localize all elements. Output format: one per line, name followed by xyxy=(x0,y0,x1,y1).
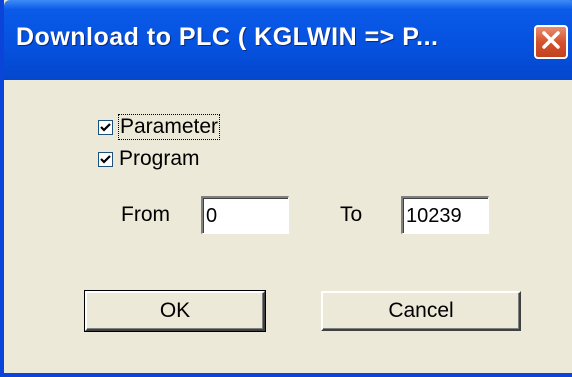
parameter-label: Parameter xyxy=(117,114,221,140)
to-label: To xyxy=(340,203,363,226)
program-option[interactable]: Program xyxy=(98,147,200,171)
parameter-checkbox[interactable] xyxy=(98,119,113,135)
dialog-title: Download to PLC ( KGLWIN => P... xyxy=(16,23,439,51)
to-input[interactable]: 10239 xyxy=(401,196,489,234)
close-button[interactable] xyxy=(534,25,568,59)
checkmark-icon xyxy=(100,122,111,132)
program-checkbox[interactable] xyxy=(98,151,113,167)
title-bar[interactable]: Download to PLC ( KGLWIN => P... xyxy=(4,0,572,80)
cancel-button[interactable]: Cancel xyxy=(321,291,521,331)
checkmark-icon xyxy=(100,154,111,164)
from-label: From xyxy=(121,203,170,226)
program-label: Program xyxy=(119,147,200,170)
parameter-option[interactable]: Parameter xyxy=(98,114,221,140)
from-input[interactable]: 0 xyxy=(201,196,289,234)
dialog-body: Parameter Program From 0 To 10239 OK Can… xyxy=(8,80,572,373)
ok-button[interactable]: OK xyxy=(84,290,266,332)
close-icon xyxy=(540,29,562,56)
download-dialog: Download to PLC ( KGLWIN => P... Paramet… xyxy=(0,0,572,377)
